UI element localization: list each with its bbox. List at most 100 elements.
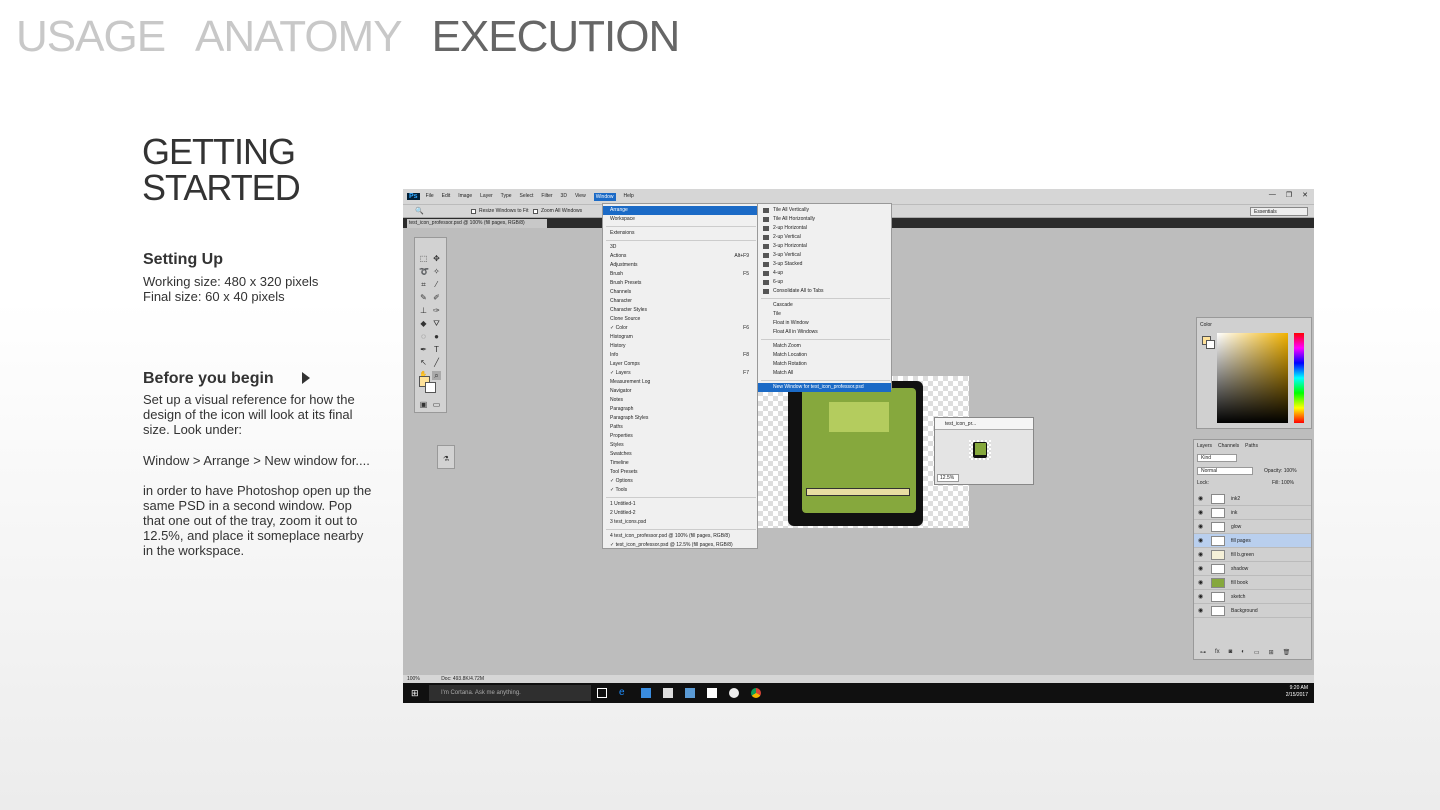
menu-layer[interactable]: Layer bbox=[480, 193, 493, 201]
blend-mode-select[interactable]: Normal bbox=[1197, 467, 1253, 475]
visibility-eye-icon[interactable]: ◉ bbox=[1198, 534, 1203, 548]
layers-panel-tab[interactable]: Layers bbox=[1197, 443, 1212, 449]
window-menu-item[interactable]: 3D bbox=[603, 243, 757, 252]
task-view-icon[interactable] bbox=[597, 688, 607, 698]
photos-icon[interactable] bbox=[685, 688, 695, 698]
zoom-all-checkbox[interactable] bbox=[533, 209, 538, 214]
dodge-tool-icon[interactable]: ● bbox=[432, 332, 441, 341]
status-zoom[interactable]: 100% bbox=[407, 676, 420, 682]
brush-tool-icon[interactable]: ✐ bbox=[432, 293, 441, 302]
visibility-eye-icon[interactable]: ◉ bbox=[1198, 492, 1203, 506]
window-menu-item[interactable]: Tool Presets bbox=[603, 468, 757, 477]
menu-filter[interactable]: Filter bbox=[541, 193, 552, 201]
menu-window[interactable]: Window bbox=[593, 192, 616, 201]
floating-document-window[interactable]: test_icon_pr... 12.5% bbox=[934, 417, 1034, 485]
window-menu-item[interactable]: Character bbox=[603, 297, 757, 306]
resize-windows-checkbox[interactable] bbox=[471, 209, 476, 214]
workspace-select[interactable]: Essentials bbox=[1250, 207, 1308, 216]
window-menu-item[interactable]: Paragraph Styles bbox=[603, 414, 757, 423]
window-menu-item[interactable]: Channels bbox=[603, 288, 757, 297]
window-menu-item[interactable]: ✓ Layers F7 bbox=[603, 369, 757, 378]
window-menu-item[interactable]: Styles bbox=[603, 441, 757, 450]
menu-edit[interactable]: Edit bbox=[442, 193, 451, 201]
window-menu-item[interactable]: Properties bbox=[603, 432, 757, 441]
arrange-menu-item[interactable]: New Window for test_icon_professor.psd bbox=[758, 383, 891, 392]
mask-icon[interactable]: ◙ bbox=[1229, 649, 1233, 656]
visibility-eye-icon[interactable]: ◉ bbox=[1198, 576, 1203, 590]
arrange-menu-item[interactable]: Match Rotation bbox=[758, 360, 891, 369]
screen-mode-icon[interactable]: ▭ bbox=[432, 400, 441, 409]
window-menu-item[interactable]: Navigator bbox=[603, 387, 757, 396]
menu-select[interactable]: Select bbox=[520, 193, 534, 201]
mini-panel[interactable]: ⚗ bbox=[437, 445, 455, 469]
color-panel-tab[interactable]: Color bbox=[1200, 322, 1212, 328]
layer-row[interactable]: ◉ glow bbox=[1194, 520, 1311, 534]
layer-row[interactable]: ◉ fill pages bbox=[1194, 534, 1311, 548]
layer-row[interactable]: ◉ fill book bbox=[1194, 576, 1311, 590]
layer-row[interactable]: ◉ sketch bbox=[1194, 590, 1311, 604]
tab-anatomy[interactable]: ANATOMY bbox=[195, 12, 403, 62]
window-menu-item[interactable]: Measurement Log bbox=[603, 378, 757, 387]
layer-row[interactable]: ◉ ink bbox=[1194, 506, 1311, 520]
minimize-icon[interactable]: — bbox=[1269, 191, 1276, 199]
visibility-eye-icon[interactable]: ◉ bbox=[1198, 590, 1203, 604]
tab-usage[interactable]: USAGE bbox=[16, 12, 166, 62]
quick-mask-icon[interactable]: ▣ bbox=[419, 400, 428, 409]
menu-view[interactable]: View bbox=[575, 193, 586, 201]
window-menu-item[interactable]: Histogram bbox=[603, 333, 757, 342]
window-menu-item[interactable]: ✓ test_icon_professor.psd @ 12.5% (fill … bbox=[603, 541, 757, 550]
menu-help[interactable]: Help bbox=[624, 193, 634, 201]
pen-tool-icon[interactable]: ✒ bbox=[419, 345, 428, 354]
zoom-tool-box-icon[interactable]: ⌕ bbox=[432, 371, 441, 380]
layer-row[interactable]: ◉ ink2 bbox=[1194, 492, 1311, 506]
layer-filter-select[interactable]: Kind bbox=[1197, 454, 1237, 462]
arrange-menu-item[interactable]: 3-up Stacked bbox=[758, 260, 891, 269]
menu-3d[interactable]: 3D bbox=[561, 193, 567, 201]
visibility-eye-icon[interactable]: ◉ bbox=[1198, 520, 1203, 534]
floating-window-zoom[interactable]: 12.5% bbox=[937, 474, 959, 482]
visibility-eye-icon[interactable]: ◉ bbox=[1198, 506, 1203, 520]
quick-select-icon[interactable]: ✧ bbox=[432, 267, 441, 276]
arrange-menu-item[interactable]: 4-up bbox=[758, 269, 891, 278]
lasso-tool-icon[interactable]: ➰ bbox=[419, 267, 429, 276]
crop-tool-icon[interactable]: ⌗ bbox=[419, 280, 428, 289]
move-tool-icon[interactable]: ✥ bbox=[432, 254, 441, 263]
window-menu-item[interactable]: Arrange bbox=[603, 206, 757, 215]
window-menu-item[interactable]: ✓ Options bbox=[603, 477, 757, 486]
arrange-menu-item[interactable]: Float in Window bbox=[758, 319, 891, 328]
layer-row[interactable]: ◉ shadow bbox=[1194, 562, 1311, 576]
window-menu-item[interactable]: Timeline bbox=[603, 459, 757, 468]
hue-slider[interactable] bbox=[1294, 333, 1304, 423]
trash-icon[interactable]: 🗑 bbox=[1283, 649, 1291, 656]
type-tool-icon[interactable]: T bbox=[432, 345, 441, 354]
notepad-icon[interactable] bbox=[707, 688, 717, 698]
arrange-menu-item[interactable]: Tile bbox=[758, 310, 891, 319]
window-menu-item[interactable]: Actions Alt+F9 bbox=[603, 252, 757, 261]
path-select-icon[interactable]: ↖ bbox=[419, 358, 428, 367]
window-menu-item[interactable]: Swatches bbox=[603, 450, 757, 459]
visibility-eye-icon[interactable]: ◉ bbox=[1198, 604, 1203, 618]
window-menu-item[interactable]: 2 Untitled-2 bbox=[603, 509, 757, 518]
floating-window-title[interactable]: test_icon_pr... bbox=[935, 418, 1033, 430]
window-menu-item[interactable]: 3 test_icons.psd bbox=[603, 518, 757, 527]
arrange-menu-item[interactable]: Cascade bbox=[758, 301, 891, 310]
tab-execution[interactable]: EXECUTION bbox=[432, 12, 681, 62]
eraser-tool-icon[interactable]: ◆ bbox=[419, 319, 428, 328]
visibility-eye-icon[interactable]: ◉ bbox=[1198, 548, 1203, 562]
arrange-menu-item[interactable]: Match Location bbox=[758, 351, 891, 360]
menu-image[interactable]: Image bbox=[458, 193, 472, 201]
window-menu-item[interactable]: ✓ Tools bbox=[603, 486, 757, 495]
edge-icon[interactable]: e bbox=[619, 688, 629, 698]
window-menu-item[interactable]: 1 Untitled-1 bbox=[603, 500, 757, 509]
steam-icon[interactable] bbox=[729, 688, 739, 698]
zoom-tool-icon[interactable]: 🔍 bbox=[415, 207, 424, 215]
group-icon[interactable]: ▭ bbox=[1254, 649, 1260, 656]
arrange-menu-item[interactable]: 2-up Vertical bbox=[758, 233, 891, 242]
arrange-menu-item[interactable]: Tile All Horizontally bbox=[758, 215, 891, 224]
arrange-menu-item[interactable]: Tile All Vertically bbox=[758, 206, 891, 215]
arrange-menu-item[interactable]: 3-up Vertical bbox=[758, 251, 891, 260]
color-picker-field[interactable] bbox=[1217, 333, 1288, 423]
window-menu-item[interactable]: Extensions bbox=[603, 229, 757, 238]
chrome-icon[interactable] bbox=[751, 688, 761, 698]
layers-panel-tab[interactable]: Paths bbox=[1245, 443, 1258, 449]
